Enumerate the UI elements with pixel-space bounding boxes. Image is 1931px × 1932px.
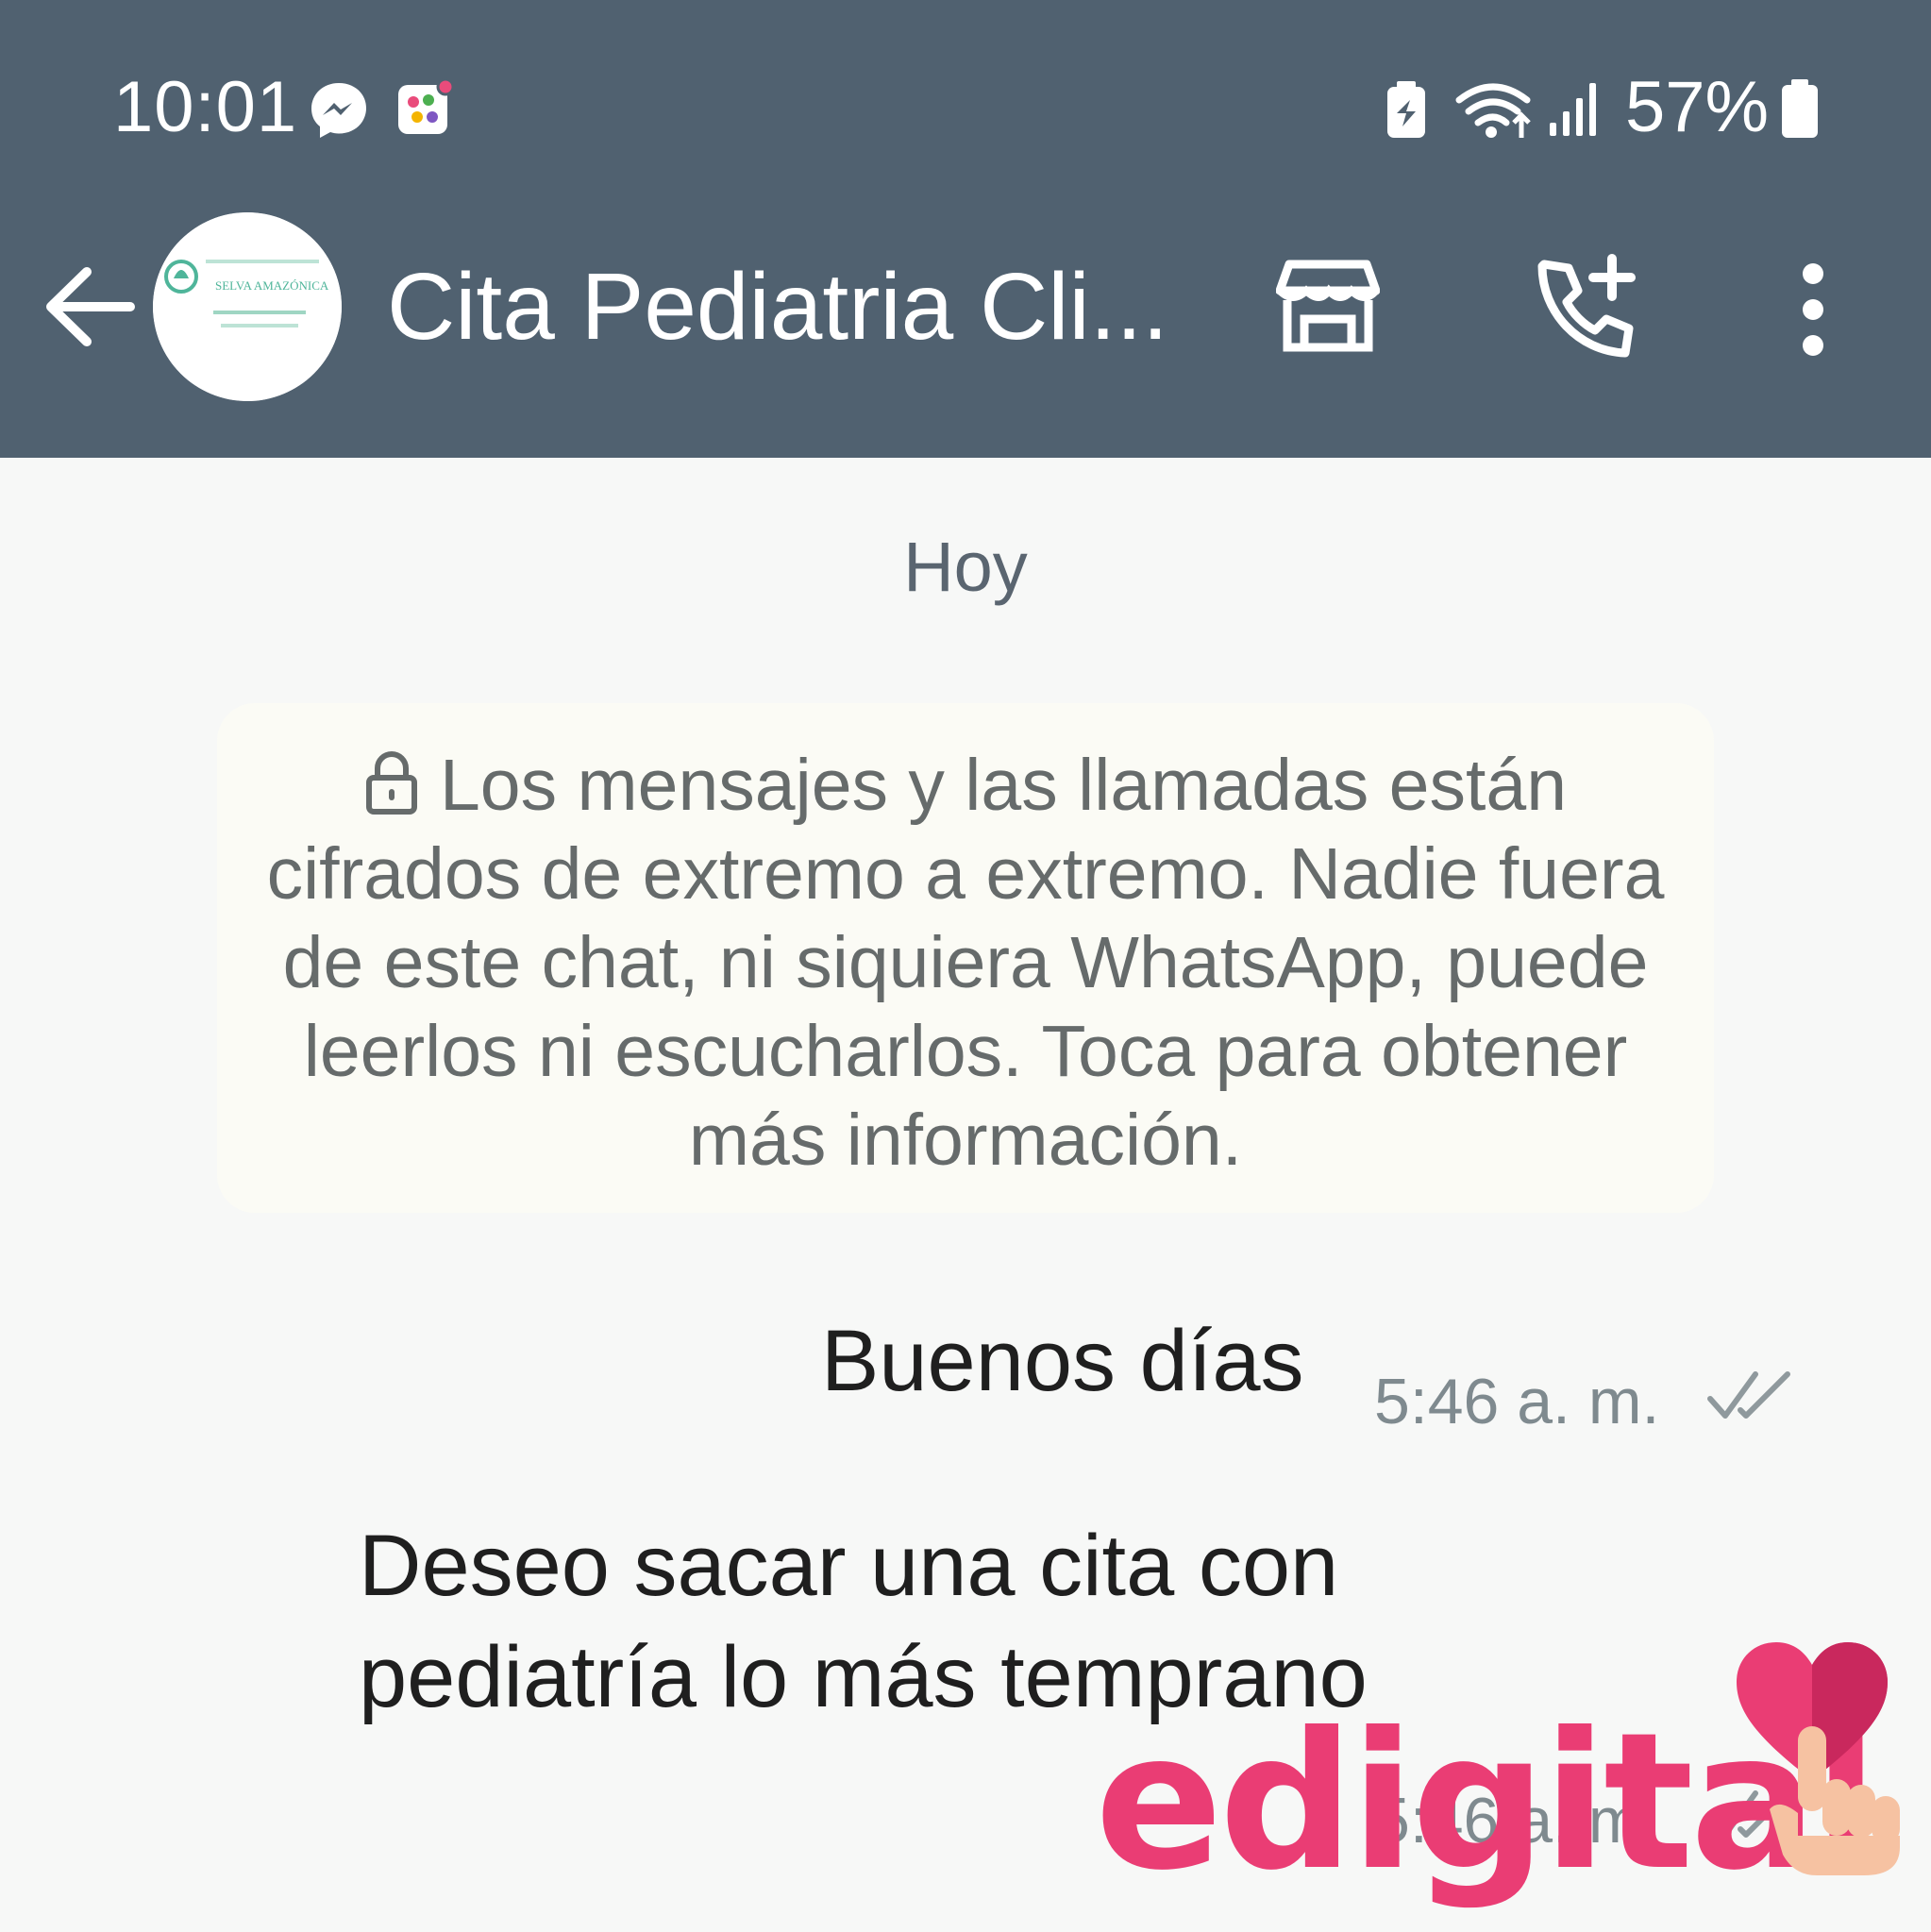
- battery-saver-icon: [1387, 81, 1425, 138]
- message-text[interactable]: Buenos días: [821, 1312, 1303, 1411]
- battery-percent: 57%: [1625, 67, 1770, 147]
- avatar-text: SELVA AMAZÓNICA: [215, 278, 329, 293]
- contact-avatar[interactable]: SELVA AMAZÓNICA: [153, 212, 342, 401]
- encryption-notice-text[interactable]: Los mensajes y las llamadas están cifrad…: [255, 741, 1676, 1184]
- lock-icon: [365, 751, 417, 815]
- encryption-text: Los mensajes y las llamadas están cifrad…: [266, 745, 1665, 1181]
- more-vert-icon[interactable]: [1791, 262, 1835, 357]
- add-call-icon[interactable]: [1531, 253, 1640, 362]
- battery-icon: [1782, 79, 1818, 138]
- wifi-icon: [1455, 83, 1531, 138]
- signal-icon: [1550, 83, 1596, 136]
- back-arrow-icon[interactable]: [38, 255, 142, 359]
- top-bar: 10:01 57% SELVA AMAZÓNICA Cita Pediatria…: [0, 0, 1931, 458]
- date-separator: Hoy: [903, 528, 1028, 606]
- messenger-icon: [311, 83, 366, 138]
- clinic-logo-icon: SELVA AMAZÓNICA: [153, 212, 342, 401]
- pointing-hand-icon: [1770, 1726, 1900, 1875]
- message-time: 5:46 a. m.: [1374, 1366, 1660, 1437]
- store-icon[interactable]: [1276, 259, 1380, 353]
- double-check-icon: [1707, 1371, 1790, 1419]
- status-time: 10:01: [113, 67, 298, 147]
- app-notification-icon: [398, 77, 455, 134]
- chat-title[interactable]: Cita Pediatria Cli...: [387, 253, 1168, 361]
